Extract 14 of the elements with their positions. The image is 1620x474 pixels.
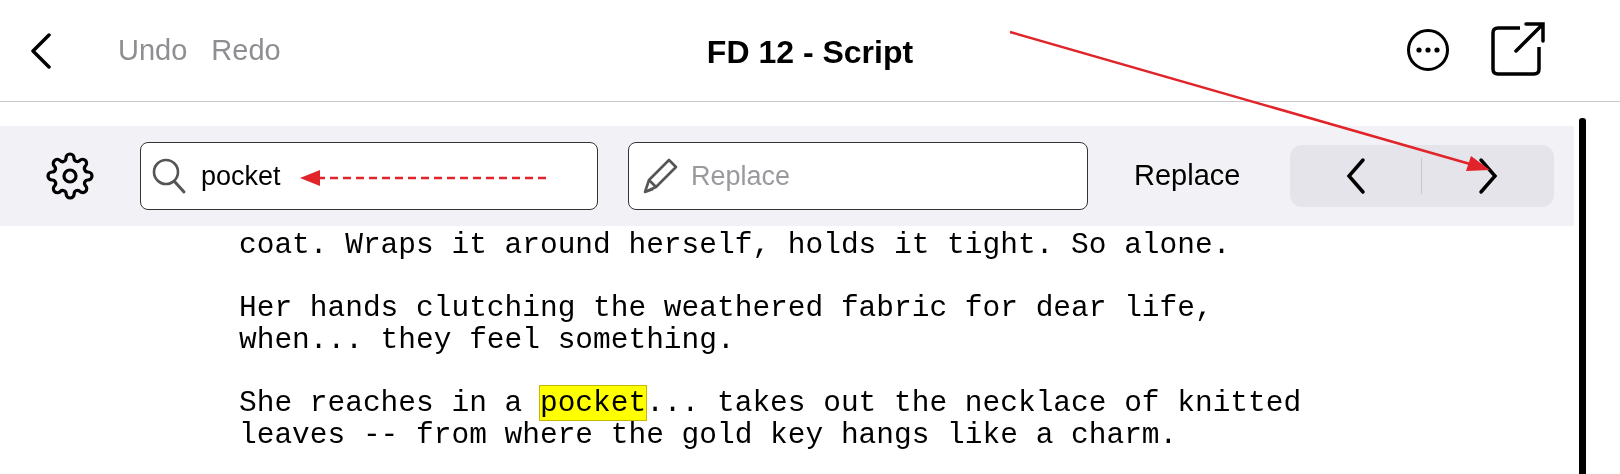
chevron-right-icon	[1476, 157, 1499, 195]
replace-button[interactable]: Replace	[1134, 154, 1241, 198]
share-icon[interactable]	[1490, 20, 1546, 76]
script-paragraph: She reaches in a pocket... takes out the necklace of knitted leaves -- from where the gold key hangs like a charm.	[239, 387, 1303, 451]
replace-field[interactable]: Replace	[628, 142, 1088, 210]
scroll-bar[interactable]	[1579, 118, 1586, 474]
script-paragraph: coat. Wraps it around herself, holds it tight. So alone.	[239, 229, 1232, 261]
window-title: FD 12 - Script	[706, 33, 914, 72]
settings-icon[interactable]	[46, 152, 94, 200]
script-paragraph: Her hands clutching the weathered fabric for dear life, when... they feel something.	[239, 292, 1214, 356]
search-icon	[151, 157, 187, 195]
more-icon[interactable]	[1406, 28, 1450, 72]
search-field[interactable]: pocket	[140, 142, 598, 210]
chevron-left-icon	[1344, 157, 1367, 195]
